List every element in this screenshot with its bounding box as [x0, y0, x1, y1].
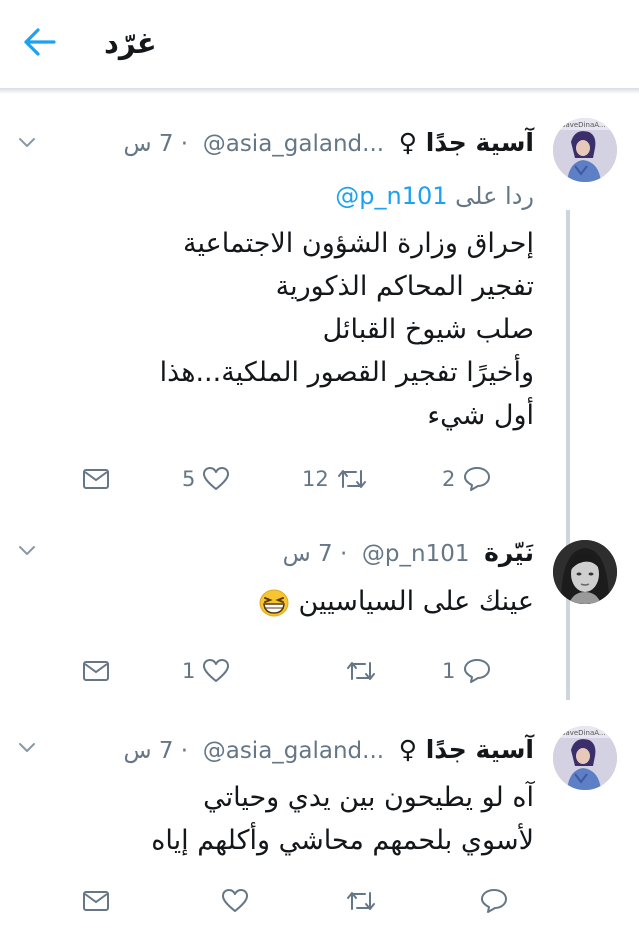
reply-button[interactable]: 1: [442, 656, 492, 686]
like-icon: [222, 889, 248, 912]
retweet-count: 12: [302, 467, 329, 491]
dm-icon: [83, 469, 109, 489]
user-handle[interactable]: @p_n101: [362, 541, 470, 567]
reply-button[interactable]: [472, 886, 509, 916]
avatar[interactable]: [553, 540, 617, 604]
dm-icon: [83, 891, 109, 911]
tweet-text: عينك على السياسيين: [54, 580, 534, 623]
reply-count: 2: [442, 467, 456, 491]
like-count: 1: [182, 659, 196, 683]
tweet-text: إحراق وزارة الشؤون الاجتماعية تفجير المح…: [54, 222, 534, 437]
grinning-emoji-icon: [259, 589, 289, 616]
avatar[interactable]: SaveDinaA...: [553, 726, 617, 790]
dm-button[interactable]: [82, 656, 110, 686]
thread-connector: [566, 210, 570, 700]
tweet-line: صلب شيوخ القبائل: [322, 314, 534, 345]
tweet-line: تفجير المحاكم الذكورية: [275, 271, 534, 302]
dm-button[interactable]: [82, 886, 110, 916]
timestamp: · 7 س: [123, 131, 189, 157]
like-count: 5: [182, 467, 196, 491]
retweet-icon: [337, 470, 366, 488]
like-icon: [203, 659, 230, 682]
chevron-down-icon[interactable]: [18, 742, 36, 754]
tweet-header: نَيّرة @p_n101 · 7 س: [283, 538, 534, 567]
tweet-line-text: عينك على السياسيين: [298, 586, 534, 617]
reply-button[interactable]: 2: [442, 464, 492, 494]
avatar[interactable]: SaveDinaA...: [553, 118, 617, 182]
dm-icon: [83, 661, 109, 681]
reply-context: ردا على @p_n101: [335, 182, 534, 210]
page-title: غرّد: [104, 26, 157, 60]
user-handle[interactable]: @asia_galand...: [203, 738, 384, 764]
chevron-down-icon[interactable]: [18, 545, 36, 557]
chevron-down-icon[interactable]: [18, 137, 36, 149]
like-button[interactable]: 1: [182, 656, 230, 686]
display-name[interactable]: آسية جدًا ♀: [399, 128, 534, 157]
app-header: غرّد: [0, 0, 639, 88]
retweet-icon: [347, 662, 375, 680]
retweet-button[interactable]: [338, 886, 377, 916]
header-divider: [0, 88, 639, 94]
avatar-image: SaveDinaA...: [553, 726, 617, 790]
tweet-line: وأخيرًا تفجير القصور الملكية...هذا: [159, 357, 534, 388]
tweet-header: آسية جدًا ♀ @asia_galand... · 7 س: [123, 735, 534, 764]
timestamp: · 7 س: [123, 738, 189, 764]
svg-text:SaveDinaA...: SaveDinaA...: [561, 121, 606, 129]
user-handle[interactable]: @asia_galand...: [203, 131, 384, 157]
tweet-actions: [78, 886, 518, 916]
like-icon: [203, 467, 230, 490]
like-button[interactable]: [214, 886, 249, 916]
retweet-button[interactable]: [338, 656, 377, 686]
tweet-line: آه لو يطيحون بين يدي وحياتي: [203, 782, 534, 813]
display-name[interactable]: نَيّرة: [484, 538, 534, 567]
retweet-button[interactable]: 12: [302, 464, 368, 494]
reply-icon: [481, 889, 507, 913]
reply-count: 1: [442, 659, 456, 683]
reply-icon: [464, 659, 491, 683]
retweet-icon: [347, 892, 375, 910]
avatar-image: SaveDinaA...: [553, 118, 617, 182]
display-name[interactable]: آسية جدًا ♀: [399, 735, 534, 764]
svg-text:SaveDinaA...: SaveDinaA...: [561, 729, 606, 737]
tweet-line: أول شيء: [427, 400, 534, 431]
avatar-image: [553, 540, 617, 604]
tweet-text: آه لو يطيحون بين يدي وحياتي لأسوي بلحمهم…: [54, 776, 534, 862]
tweet-line: إحراق وزارة الشؤون الاجتماعية: [183, 228, 534, 259]
timestamp: · 7 س: [282, 541, 348, 567]
tweet-header: آسية جدًا ♀ @asia_galand... · 7 س: [123, 128, 534, 157]
mention-link[interactable]: @p_n101: [335, 182, 447, 210]
tweet-line: لأسوي بلحمهم محاشي وأكلهم إياه: [151, 825, 534, 856]
like-button[interactable]: 5: [182, 464, 230, 494]
reply-prefix: ردا على: [455, 182, 534, 210]
reply-icon: [464, 467, 491, 491]
tweet-actions: 1 1: [78, 656, 518, 686]
dm-button[interactable]: [82, 464, 110, 494]
back-arrow-icon[interactable]: [22, 26, 56, 58]
tweet-actions: 5 12 2: [78, 464, 518, 494]
tweet-line: عينك على السياسيين: [54, 580, 534, 623]
